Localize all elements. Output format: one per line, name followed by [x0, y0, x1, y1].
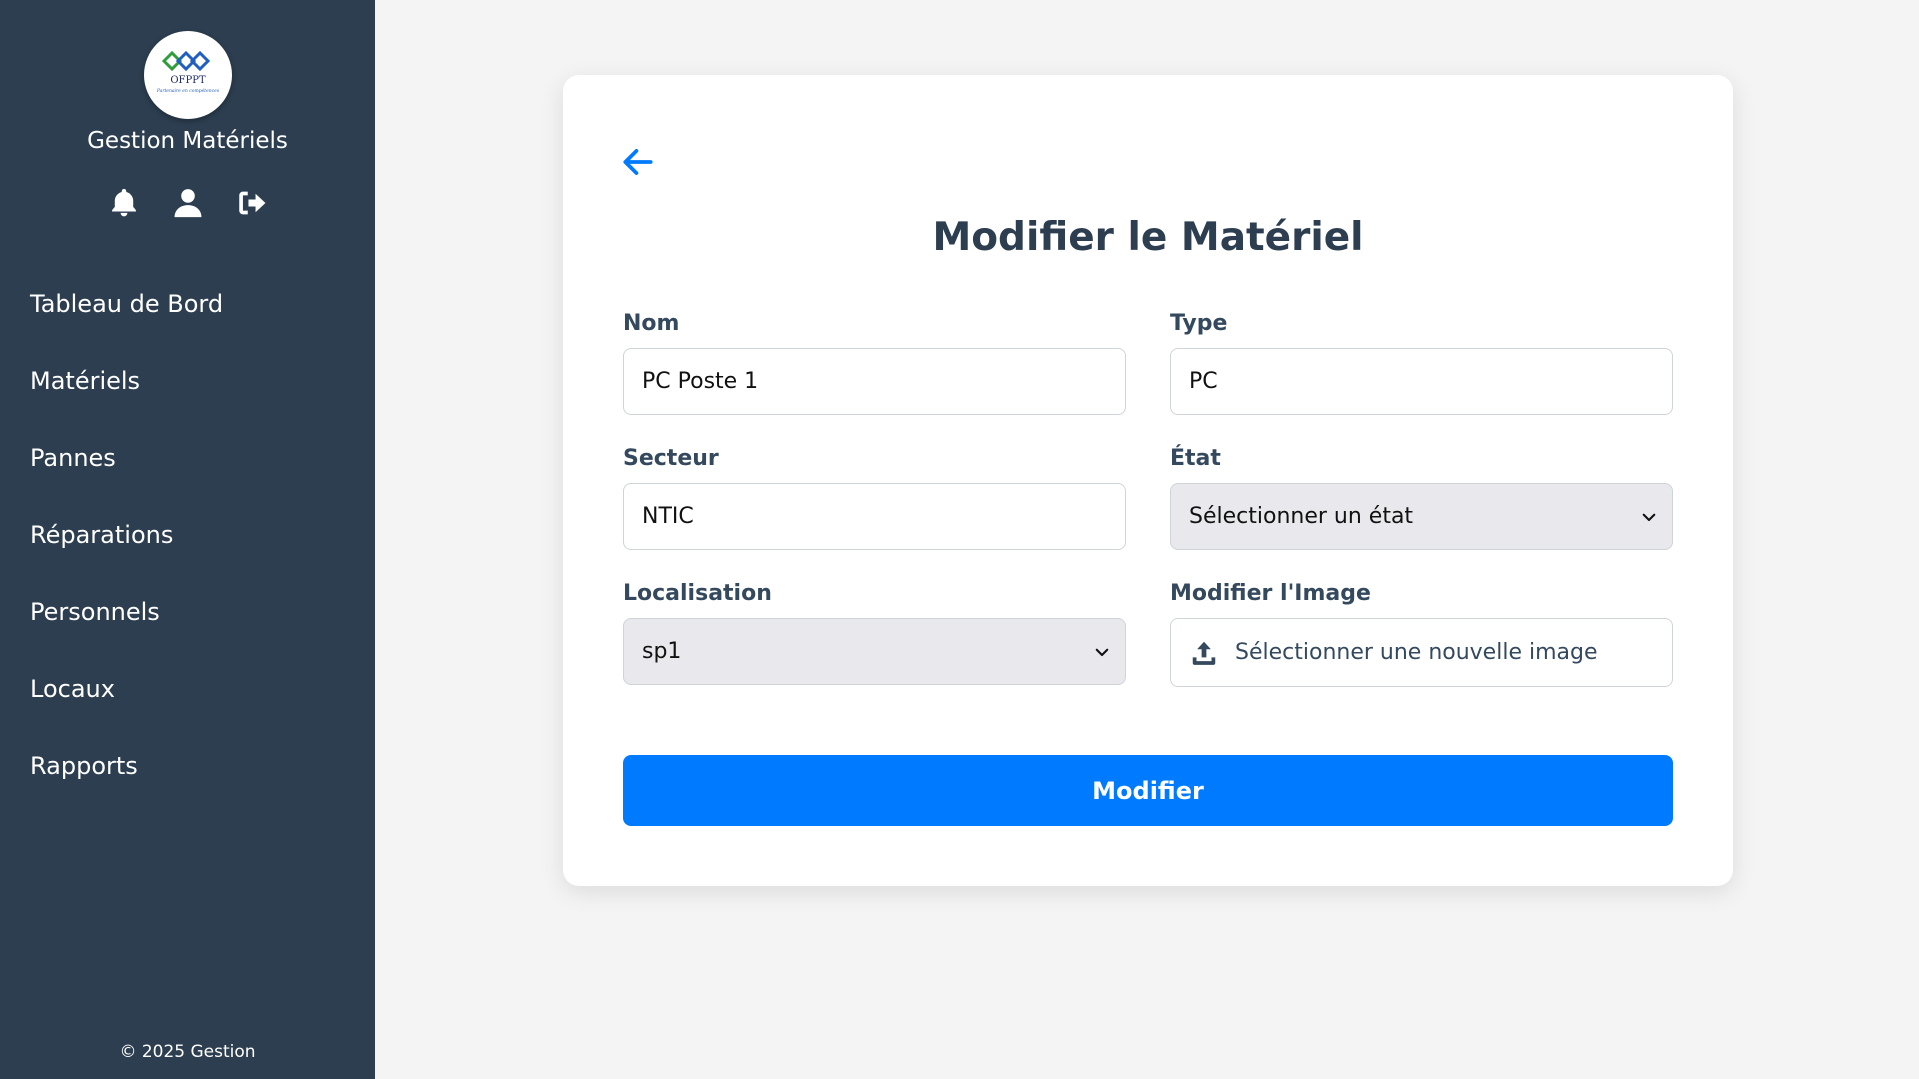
sidebar-item-tableau-de-bord[interactable]: Tableau de Bord: [0, 265, 375, 342]
type-input[interactable]: [1170, 348, 1673, 415]
image-upload-label: Sélectionner une nouvelle image: [1235, 640, 1598, 665]
sidebar-item-locaux[interactable]: Locaux: [0, 650, 375, 727]
sidebar-item-pannes[interactable]: Pannes: [0, 419, 375, 496]
etat-select[interactable]: Sélectionner un état: [1170, 483, 1673, 550]
etat-label: État: [1170, 446, 1221, 471]
back-button[interactable]: [619, 143, 657, 181]
sidebar-footer: © 2025 Gestion: [119, 1042, 256, 1062]
localisation-label: Localisation: [623, 581, 772, 606]
svg-text:OFPPT: OFPPT: [170, 75, 206, 86]
ofppt-logo: OFPPT Partenaire en compétences: [144, 31, 232, 119]
upload-icon: [1192, 641, 1216, 665]
image-upload-button[interactable]: Sélectionner une nouvelle image: [1170, 618, 1673, 687]
bell-icon[interactable]: [107, 186, 141, 224]
header-icons: [0, 186, 375, 224]
sidebar-item-rapports[interactable]: Rapports: [0, 727, 375, 804]
arrow-left-icon: [623, 149, 653, 175]
sidebar-item-materiels[interactable]: Matériels: [0, 342, 375, 419]
chevron-down-icon: [1642, 513, 1656, 522]
secteur-label: Secteur: [623, 446, 719, 471]
svg-text:Partenaire en compétences: Partenaire en compétences: [156, 87, 220, 94]
sidebar-item-personnels[interactable]: Personnels: [0, 573, 375, 650]
image-label: Modifier l'Image: [1170, 581, 1371, 606]
etat-selected-value: Sélectionner un état: [1189, 504, 1414, 529]
chevron-down-icon: [1095, 648, 1109, 657]
logout-icon[interactable]: [235, 186, 269, 224]
nom-input[interactable]: [623, 348, 1126, 415]
type-label: Type: [1170, 311, 1228, 336]
page-title: Modifier le Matériel: [932, 215, 1364, 260]
localisation-selected-value: sp1: [642, 639, 682, 664]
modifier-button[interactable]: Modifier: [623, 755, 1673, 826]
secteur-input[interactable]: [623, 483, 1126, 550]
localisation-select[interactable]: sp1: [623, 618, 1126, 685]
edit-materiel-card: Modifier le Matériel Nom Type Secteur Ét…: [563, 75, 1733, 886]
sidebar-item-reparations[interactable]: Réparations: [0, 496, 375, 573]
user-icon[interactable]: [171, 186, 205, 224]
sidebar-nav: Tableau de Bord Matériels Pannes Réparat…: [0, 265, 375, 804]
sidebar: OFPPT Partenaire en compétences Gestion …: [0, 0, 375, 1079]
app-title: Gestion Matériels: [87, 128, 288, 154]
nom-label: Nom: [623, 311, 680, 336]
